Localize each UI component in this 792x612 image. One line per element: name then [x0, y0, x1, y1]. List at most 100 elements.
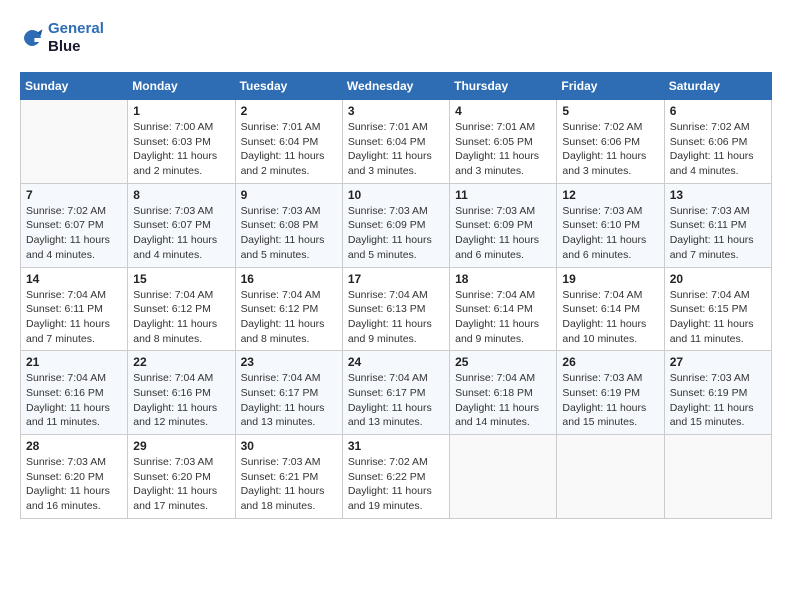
day-info: Sunrise: 7:03 AM Sunset: 6:07 PM Dayligh… — [133, 204, 229, 263]
day-info: Sunrise: 7:04 AM Sunset: 6:15 PM Dayligh… — [670, 288, 766, 347]
day-number: 12 — [562, 188, 658, 202]
day-info: Sunrise: 7:01 AM Sunset: 6:04 PM Dayligh… — [241, 120, 337, 179]
calendar-cell: 12 Sunrise: 7:03 AM Sunset: 6:10 PM Dayli… — [557, 183, 664, 267]
day-info: Sunrise: 7:02 AM Sunset: 6:06 PM Dayligh… — [562, 120, 658, 179]
calendar-cell: 29 Sunrise: 7:03 AM Sunset: 6:20 PM Dayli… — [128, 435, 235, 519]
day-info: Sunrise: 7:04 AM Sunset: 6:11 PM Dayligh… — [26, 288, 122, 347]
header-monday: Monday — [128, 73, 235, 100]
day-info: Sunrise: 7:04 AM Sunset: 6:14 PM Dayligh… — [562, 288, 658, 347]
calendar-cell: 23Sunrise: 7:04 AM Sunset: 6:17 PM Dayli… — [235, 351, 342, 435]
week-row-3: 14 Sunrise: 7:04 AM Sunset: 6:11 PM Dayli… — [21, 267, 772, 351]
day-info: Sunrise: 7:03 AM Sunset: 6:20 PM Dayligh… — [26, 455, 122, 514]
calendar-cell: 19 Sunrise: 7:04 AM Sunset: 6:14 PM Dayli… — [557, 267, 664, 351]
day-number: 8 — [133, 188, 229, 202]
header-saturday: Saturday — [664, 73, 771, 100]
calendar-cell: 31Sunrise: 7:02 AM Sunset: 6:22 PM Dayli… — [342, 435, 449, 519]
calendar-cell: 22Sunrise: 7:04 AM Sunset: 6:16 PM Dayli… — [128, 351, 235, 435]
day-info: Sunrise: 7:01 AM Sunset: 6:04 PM Dayligh… — [348, 120, 444, 179]
day-number: 5 — [562, 104, 658, 118]
calendar-cell: 21 Sunrise: 7:04 AM Sunset: 6:16 PM Dayli… — [21, 351, 128, 435]
calendar-cell: 24 Sunrise: 7:04 AM Sunset: 6:17 PM Dayli… — [342, 351, 449, 435]
day-number: 25 — [455, 355, 551, 369]
calendar-cell: 17Sunrise: 7:04 AM Sunset: 6:13 PM Dayli… — [342, 267, 449, 351]
page-header: General Blue — [20, 20, 772, 56]
day-info: Sunrise: 7:02 AM Sunset: 6:06 PM Dayligh… — [670, 120, 766, 179]
day-number: 1 — [133, 104, 229, 118]
logo-text: General Blue — [48, 20, 104, 56]
day-number: 24 — [348, 355, 444, 369]
calendar-cell: 13Sunrise: 7:03 AM Sunset: 6:11 PM Dayli… — [664, 183, 771, 267]
day-number: 14 — [26, 272, 122, 286]
week-row-1: 1 Sunrise: 7:00 AM Sunset: 6:03 PM Daylig… — [21, 100, 772, 184]
calendar-cell — [557, 435, 664, 519]
day-info: Sunrise: 7:03 AM Sunset: 6:19 PM Dayligh… — [670, 371, 766, 430]
day-info: Sunrise: 7:04 AM Sunset: 6:12 PM Dayligh… — [241, 288, 337, 347]
week-row-5: 28 Sunrise: 7:03 AM Sunset: 6:20 PM Dayli… — [21, 435, 772, 519]
calendar-cell: 16 Sunrise: 7:04 AM Sunset: 6:12 PM Dayli… — [235, 267, 342, 351]
calendar-cell: 7Sunrise: 7:02 AM Sunset: 6:07 PM Daylig… — [21, 183, 128, 267]
calendar-cell: 26Sunrise: 7:03 AM Sunset: 6:19 PM Dayli… — [557, 351, 664, 435]
day-info: Sunrise: 7:03 AM Sunset: 6:09 PM Dayligh… — [348, 204, 444, 263]
day-info: Sunrise: 7:01 AM Sunset: 6:05 PM Dayligh… — [455, 120, 551, 179]
day-number: 4 — [455, 104, 551, 118]
header-wednesday: Wednesday — [342, 73, 449, 100]
day-info: Sunrise: 7:03 AM Sunset: 6:21 PM Dayligh… — [241, 455, 337, 514]
calendar-cell: 27 Sunrise: 7:03 AM Sunset: 6:19 PM Dayli… — [664, 351, 771, 435]
calendar-cell: 10 Sunrise: 7:03 AM Sunset: 6:09 PM Dayli… — [342, 183, 449, 267]
header-thursday: Thursday — [450, 73, 557, 100]
calendar-cell: 20 Sunrise: 7:04 AM Sunset: 6:15 PM Dayli… — [664, 267, 771, 351]
day-info: Sunrise: 7:03 AM Sunset: 6:20 PM Dayligh… — [133, 455, 229, 514]
day-number: 27 — [670, 355, 766, 369]
calendar-cell: 3 Sunrise: 7:01 AM Sunset: 6:04 PM Daylig… — [342, 100, 449, 184]
header-friday: Friday — [557, 73, 664, 100]
calendar-cell: 5 Sunrise: 7:02 AM Sunset: 6:06 PM Daylig… — [557, 100, 664, 184]
day-number: 3 — [348, 104, 444, 118]
calendar-cell: 15 Sunrise: 7:04 AM Sunset: 6:12 PM Dayli… — [128, 267, 235, 351]
day-number: 19 — [562, 272, 658, 286]
calendar-header-row: SundayMondayTuesdayWednesdayThursdayFrid… — [21, 73, 772, 100]
day-number: 21 — [26, 355, 122, 369]
calendar-cell — [664, 435, 771, 519]
logo-icon — [20, 26, 44, 50]
calendar-cell: 18Sunrise: 7:04 AM Sunset: 6:14 PM Dayli… — [450, 267, 557, 351]
day-number: 31 — [348, 439, 444, 453]
day-number: 2 — [241, 104, 337, 118]
day-info: Sunrise: 7:04 AM Sunset: 6:12 PM Dayligh… — [133, 288, 229, 347]
day-info: Sunrise: 7:00 AM Sunset: 6:03 PM Dayligh… — [133, 120, 229, 179]
day-number: 15 — [133, 272, 229, 286]
calendar-cell: 28 Sunrise: 7:03 AM Sunset: 6:20 PM Dayli… — [21, 435, 128, 519]
day-number: 13 — [670, 188, 766, 202]
day-number: 28 — [26, 439, 122, 453]
calendar-cell: 14 Sunrise: 7:04 AM Sunset: 6:11 PM Dayli… — [21, 267, 128, 351]
week-row-2: 7Sunrise: 7:02 AM Sunset: 6:07 PM Daylig… — [21, 183, 772, 267]
day-info: Sunrise: 7:04 AM Sunset: 6:16 PM Dayligh… — [133, 371, 229, 430]
day-number: 20 — [670, 272, 766, 286]
day-info: Sunrise: 7:03 AM Sunset: 6:10 PM Dayligh… — [562, 204, 658, 263]
day-number: 9 — [241, 188, 337, 202]
week-row-4: 21 Sunrise: 7:04 AM Sunset: 6:16 PM Dayli… — [21, 351, 772, 435]
day-number: 11 — [455, 188, 551, 202]
calendar-cell: 25Sunrise: 7:04 AM Sunset: 6:18 PM Dayli… — [450, 351, 557, 435]
calendar-cell: 11Sunrise: 7:03 AM Sunset: 6:09 PM Dayli… — [450, 183, 557, 267]
day-number: 30 — [241, 439, 337, 453]
day-info: Sunrise: 7:03 AM Sunset: 6:08 PM Dayligh… — [241, 204, 337, 263]
day-number: 7 — [26, 188, 122, 202]
day-number: 18 — [455, 272, 551, 286]
day-info: Sunrise: 7:04 AM Sunset: 6:17 PM Dayligh… — [348, 371, 444, 430]
day-number: 29 — [133, 439, 229, 453]
day-info: Sunrise: 7:04 AM Sunset: 6:16 PM Dayligh… — [26, 371, 122, 430]
day-number: 10 — [348, 188, 444, 202]
day-number: 23 — [241, 355, 337, 369]
logo: General Blue — [20, 20, 104, 56]
day-number: 16 — [241, 272, 337, 286]
calendar-cell: 1 Sunrise: 7:00 AM Sunset: 6:03 PM Daylig… — [128, 100, 235, 184]
day-number: 26 — [562, 355, 658, 369]
calendar-cell: 8 Sunrise: 7:03 AM Sunset: 6:07 PM Daylig… — [128, 183, 235, 267]
day-number: 17 — [348, 272, 444, 286]
calendar-cell: 6Sunrise: 7:02 AM Sunset: 6:06 PM Daylig… — [664, 100, 771, 184]
calendar-cell: 30 Sunrise: 7:03 AM Sunset: 6:21 PM Dayli… — [235, 435, 342, 519]
calendar-table: SundayMondayTuesdayWednesdayThursdayFrid… — [20, 72, 772, 519]
calendar-cell: 2 Sunrise: 7:01 AM Sunset: 6:04 PM Daylig… — [235, 100, 342, 184]
calendar-cell — [21, 100, 128, 184]
calendar-cell: 9 Sunrise: 7:03 AM Sunset: 6:08 PM Daylig… — [235, 183, 342, 267]
